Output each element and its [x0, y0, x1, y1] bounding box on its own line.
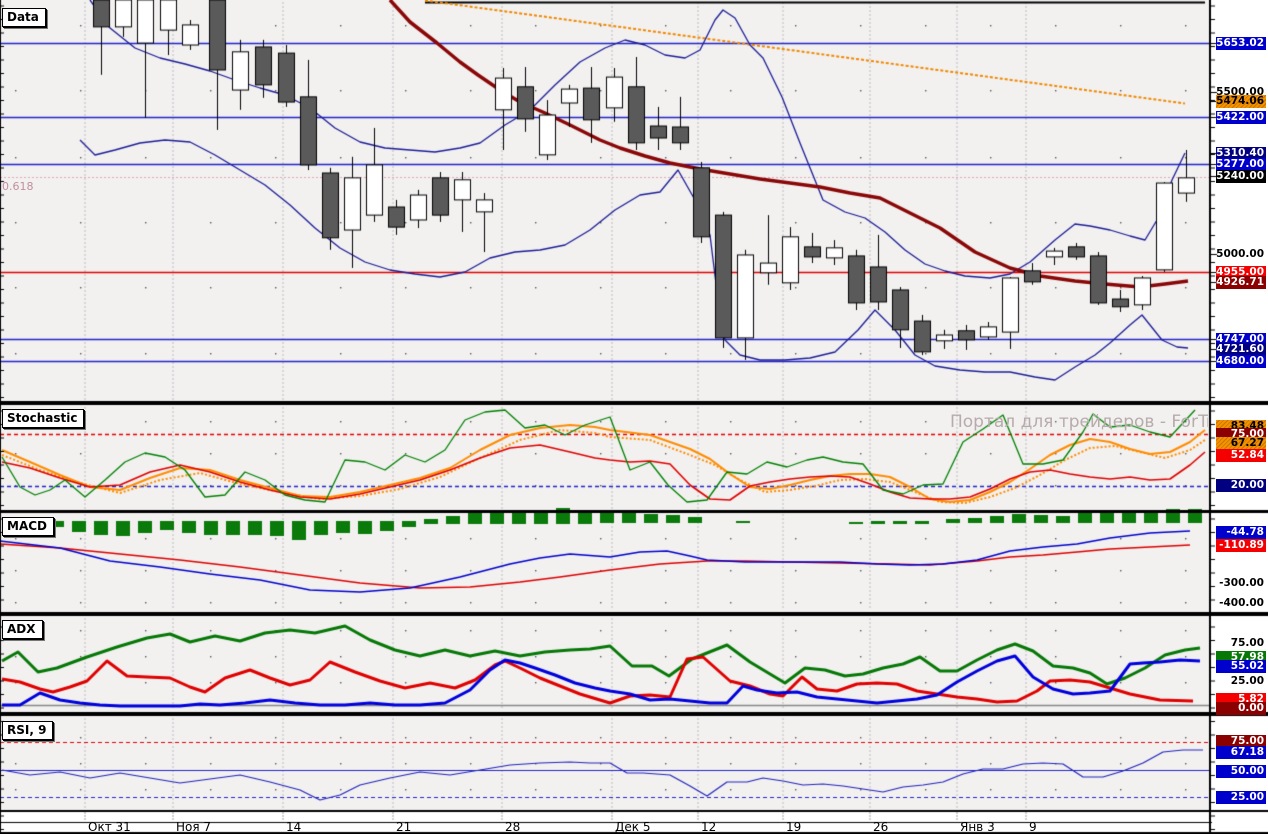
watermark-text: Портал для трейдеров - ForTra [950, 412, 1208, 432]
date-label: Янв 3 [960, 820, 995, 834]
fib-0618-label: 0.618 [2, 180, 34, 193]
price-scale-label: 5653.02 [1216, 37, 1266, 50]
date-label: 21 [396, 820, 411, 834]
date-label: 12 [701, 820, 716, 834]
date-label: Ноя 7 [176, 820, 211, 834]
macd-scale-label: -400.00 [1216, 597, 1266, 610]
rsi-scale-label: 25.00 [1216, 791, 1266, 804]
panel-title-rsi: RSI, 9 [2, 721, 53, 740]
macd-scale-label: -44.78 [1216, 526, 1266, 539]
date-label: 28 [505, 820, 520, 834]
price-scale-label: 4680.00 [1216, 355, 1266, 368]
date-label: 14 [286, 820, 301, 834]
date-label: 9 [1029, 820, 1037, 834]
price-scale-label: 4926.71 [1216, 276, 1266, 289]
panel-title-data: Data [2, 8, 46, 27]
panel-title-stochastic: Stochastic [2, 409, 84, 428]
rsi-scale-label: 67.18 [1216, 746, 1266, 759]
adx-scale-label: 25.00 [1216, 675, 1266, 688]
price-scale-label: 5240.00 [1216, 170, 1266, 183]
price-scale-label: 5474.06 [1216, 95, 1266, 108]
macd-scale-label: -110.89 [1216, 539, 1266, 552]
adx-scale-label: 0.00 [1216, 702, 1266, 715]
price-scale-label: 5000.00 [1216, 248, 1266, 261]
stochastic-scale-label: 20.00 [1216, 479, 1266, 492]
panel-title-macd: MACD [2, 517, 54, 536]
panel-title-adx: ADX [2, 620, 43, 639]
price-scale-label: 5422.00 [1216, 111, 1266, 124]
rsi-scale-label: 50.00 [1216, 765, 1266, 778]
adx-scale-label: 55.02 [1216, 660, 1266, 673]
macd-scale-label: -300.00 [1216, 577, 1266, 590]
date-label: 19 [786, 820, 801, 834]
stochastic-scale-label: 52.84 [1216, 449, 1266, 462]
date-label: Дек 5 [615, 820, 650, 834]
date-label: 26 [873, 820, 888, 834]
trading-chart-window: Data Stochastic MACD ADX RSI, 9 0.618 По… [0, 0, 1268, 834]
date-label: Окт 31 [88, 820, 131, 834]
adx-scale-label: 75.00 [1216, 637, 1266, 650]
